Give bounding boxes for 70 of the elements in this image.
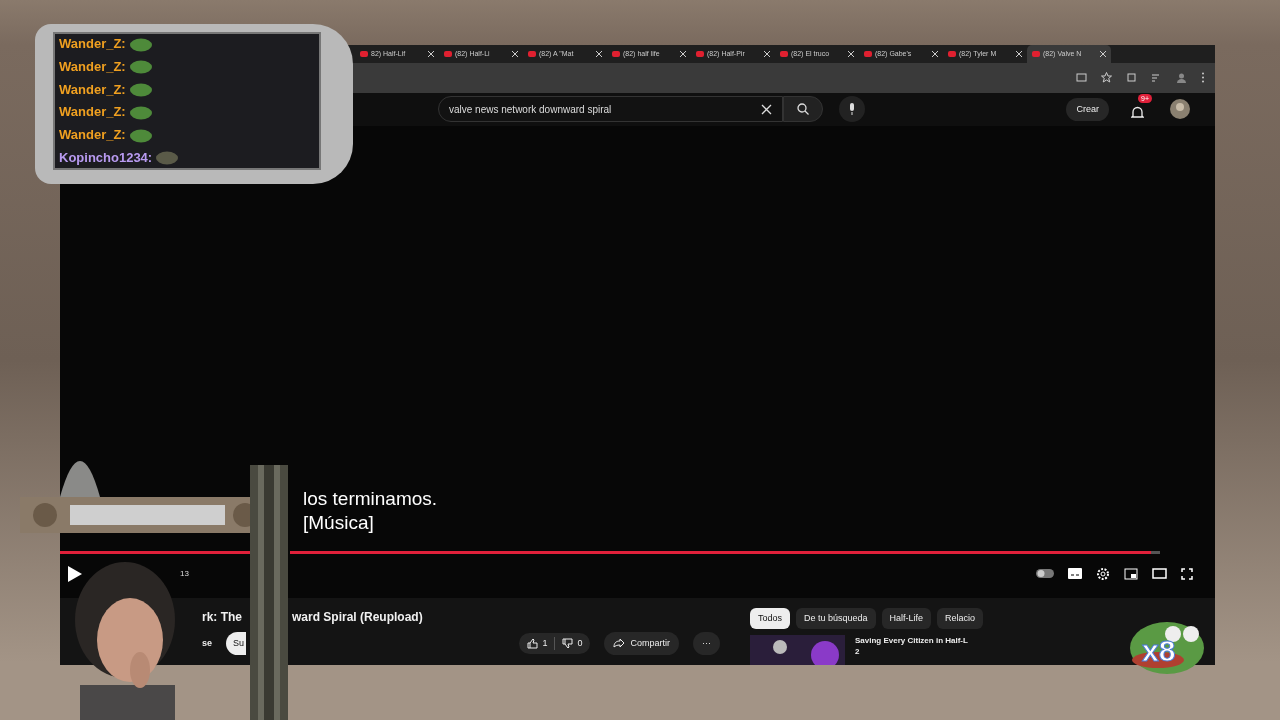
filter-chip[interactable]: Todos <box>750 607 791 629</box>
emote-icon <box>128 104 153 120</box>
close-icon[interactable] <box>848 51 854 57</box>
chat-username: Wander_Z: <box>59 126 126 145</box>
filter-chip[interactable]: Relacio <box>937 607 984 629</box>
video-title: rk: The <box>202 608 242 626</box>
chat-username: Kopincho1234: <box>59 149 153 167</box>
bell-icon <box>1131 106 1144 121</box>
tab-favicon <box>444 51 452 57</box>
search-button[interactable] <box>783 96 823 123</box>
clear-icon[interactable] <box>761 103 772 115</box>
settings-icon[interactable] <box>1096 566 1110 581</box>
more-button[interactable]: ··· <box>693 631 720 655</box>
chat-username: Wander_Z: <box>59 103 126 122</box>
close-icon[interactable] <box>596 51 602 57</box>
subtitle-line: los terminamos. <box>303 486 438 511</box>
thumbs-down-icon <box>562 637 574 649</box>
emote-icon <box>128 127 153 143</box>
dislike-button[interactable]: 0 <box>554 636 583 650</box>
subtitle-line: [Música] <box>303 510 374 535</box>
subscribe-button[interactable]: Su <box>226 631 247 655</box>
close-icon[interactable] <box>428 51 434 57</box>
time-display: 13 <box>180 567 189 580</box>
chat-username: Wander_Z: <box>59 80 126 99</box>
emote-icon <box>128 82 153 98</box>
emote-icon <box>128 59 153 75</box>
share-icon <box>613 638 626 649</box>
channel-name[interactable]: se <box>202 636 212 650</box>
tab-favicon <box>612 51 620 57</box>
thumbs-up-icon <box>527 637 539 649</box>
microphone-button[interactable] <box>839 96 865 123</box>
tab-favicon <box>528 51 536 57</box>
chat-username: Wander_Z: <box>59 35 126 53</box>
tab-favicon <box>864 51 872 57</box>
star-icon[interactable] <box>1101 72 1112 84</box>
profile-icon[interactable] <box>1176 72 1187 84</box>
close-icon[interactable] <box>680 51 686 57</box>
theater-icon[interactable] <box>1152 568 1167 580</box>
close-icon[interactable] <box>1016 51 1022 57</box>
tab-favicon <box>780 51 788 57</box>
menu-icon[interactable] <box>1201 72 1205 84</box>
close-icon[interactable] <box>764 51 770 57</box>
emote-icon <box>128 36 153 52</box>
create-button[interactable]: Crear <box>1066 97 1109 122</box>
chat-username: Wander_Z: <box>59 57 126 76</box>
miniplayer-icon[interactable] <box>1124 567 1138 580</box>
close-icon[interactable] <box>932 51 938 57</box>
video-title[interactable]: Saving Every Citizen in Half-L <box>855 635 968 646</box>
avatar-icon[interactable] <box>1170 99 1190 120</box>
tab-favicon <box>360 51 368 57</box>
tab-favicon <box>696 51 704 57</box>
emote-count: x8 <box>1142 636 1176 666</box>
share-button[interactable]: Compartir <box>604 631 679 655</box>
video-title: 2 <box>855 646 861 657</box>
search-field[interactable]: valve news network downward spiral <box>438 96 783 123</box>
fullscreen-icon[interactable] <box>1181 567 1193 580</box>
video-title: ward Spiral (Reupload) <box>292 608 423 626</box>
captions-icon[interactable] <box>1068 568 1082 580</box>
close-icon[interactable] <box>1100 51 1106 57</box>
search-icon <box>797 103 809 116</box>
tab-favicon <box>948 51 956 57</box>
thumbnail[interactable] <box>750 635 845 665</box>
filter-chip[interactable]: Half-Life <box>881 607 932 629</box>
play-icon[interactable] <box>68 565 82 582</box>
close-icon[interactable] <box>512 51 518 57</box>
autoplay-toggle[interactable] <box>1036 569 1054 579</box>
filter-chip[interactable]: De tu búsqueda <box>796 607 876 629</box>
tab-favicon <box>1032 51 1040 57</box>
like-button[interactable]: 1 <box>527 636 548 650</box>
emote-icon <box>155 150 180 166</box>
